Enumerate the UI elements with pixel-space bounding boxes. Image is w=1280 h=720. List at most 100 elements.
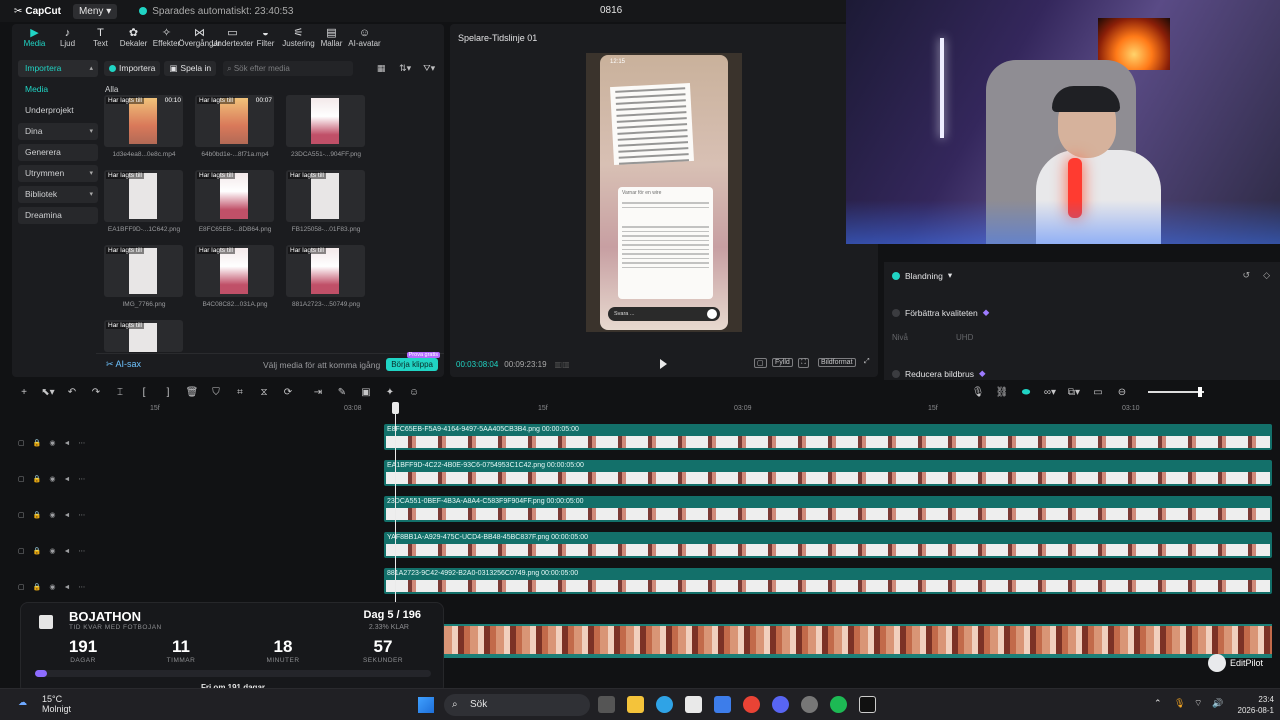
side-nav-item[interactable]: Bibliotek ▾ [18, 186, 98, 203]
lock-icon[interactable]: 🔒 [33, 547, 42, 555]
eye-icon[interactable]: ◉ [49, 511, 55, 519]
crop-icon[interactable]: ⛶ [798, 358, 809, 368]
mirror-icon[interactable]: ⧖ [252, 387, 276, 398]
sort-icon[interactable]: ⇅▾ [395, 63, 415, 74]
track-toggle-icon[interactable]: ▢ [18, 511, 25, 519]
side-nav-item[interactable]: Generera [18, 144, 98, 161]
reset-icon[interactable]: ↺ [1242, 270, 1250, 281]
menu-button[interactable]: Meny ▾ [72, 3, 118, 19]
media-thumbnail[interactable] [286, 95, 365, 147]
preview-frame[interactable]: 12:15 Varnar för en wire Svara ... [586, 53, 742, 332]
media-thumbnail[interactable]: Har lagts till [195, 245, 274, 297]
volume-icon[interactable]: 🔊 [1212, 698, 1223, 709]
toolbar-sticker[interactable]: ✿ Dekaler [117, 24, 150, 52]
mic-tray-icon[interactable]: 🎙 [1174, 698, 1185, 709]
windows-start-icon[interactable] [418, 697, 434, 713]
redo-icon[interactable]: ↷ [84, 387, 108, 398]
side-nav-item[interactable]: Media [18, 81, 98, 98]
lock-icon[interactable]: 🔒 [33, 583, 42, 591]
mic-icon[interactable]: 🎙 [966, 387, 990, 398]
delete-icon[interactable]: 🗑 [180, 387, 204, 398]
toolbar-captions[interactable]: ▭ Undertexter [212, 24, 254, 52]
link-icon[interactable]: ⛓ [990, 387, 1014, 398]
image-clip[interactable]: 881A2723-9C42-4992-B2A0-0313256C0749.png… [384, 568, 1272, 594]
chrome-icon[interactable] [743, 696, 760, 713]
crop-tool-icon[interactable]: ⌗ [228, 387, 252, 398]
blend-toggle[interactable] [892, 271, 900, 280]
toolbar-text[interactable]: T Text [84, 24, 117, 52]
shield-icon[interactable]: ⛉ [204, 387, 228, 398]
timeline-ruler[interactable]: 15f 03:08 15f 03:09 15f 03:10 [98, 402, 1280, 416]
toolbar-filter[interactable]: ◒ Filter [249, 24, 282, 52]
import-button[interactable]: Importera [104, 60, 161, 76]
toolbar-adjust[interactable]: ⚟ Justering [282, 24, 315, 52]
main-video-clip[interactable] [444, 624, 1272, 658]
spotify-icon[interactable] [830, 696, 847, 713]
media-thumbnail[interactable]: Har lagts till [286, 245, 365, 297]
track-toggle-icon[interactable]: ▢ [18, 475, 25, 483]
lock-icon[interactable]: 🔒 [33, 475, 42, 483]
media-thumbnail[interactable]: Har lagts till 00:10 [104, 95, 183, 147]
record-button[interactable]: ▣ Spela in [164, 60, 217, 76]
image-clip[interactable]: E8FC65EB-F5A9-4164-9497-5AA405CB3B4.png … [384, 424, 1272, 450]
image-clip[interactable]: EA1BFF9D-4C22-4B0E-93C6-0754953C1C42.png… [384, 460, 1272, 486]
edge-icon[interactable] [656, 696, 673, 713]
select-tool-icon[interactable]: ⬉▾ [36, 387, 60, 398]
zoom-slider-handle[interactable] [1198, 387, 1202, 397]
image-clip[interactable]: YAF8BB1A-A929-475C-UCD4-BB48-45BC837F.pn… [384, 532, 1272, 558]
project-title[interactable]: 0816 [600, 5, 622, 16]
obs-icon[interactable] [801, 696, 818, 713]
snap-icon[interactable]: ⬬ [1014, 387, 1038, 398]
zoom-out-icon[interactable]: ⊖ [1110, 387, 1134, 398]
filter-icon[interactable]: ⛛▾ [419, 63, 439, 74]
enhance-toggle[interactable] [892, 308, 900, 317]
media-thumbnail[interactable]: Har lagts till 00:07 [195, 95, 274, 147]
speaker-icon[interactable]: ◄ [63, 512, 70, 519]
fullscreen-icon[interactable]: ⤢ [862, 358, 872, 366]
discord-icon[interactable] [772, 696, 789, 713]
taskbar-clock[interactable]: 23:4 2026-08-1 [1238, 694, 1274, 716]
enhance-row[interactable]: Förbättra kvaliteten ◆ [892, 307, 989, 318]
taskbar-search[interactable]: ⌕ Sök [444, 694, 590, 716]
eye-icon[interactable]: ◉ [49, 439, 55, 447]
image-icon[interactable]: ▣ [354, 387, 378, 398]
side-nav-item[interactable]: Underprojekt [18, 102, 98, 119]
keyframe-icon[interactable]: ▢ [754, 358, 767, 368]
toolbar-templates[interactable]: ▤ Mallar [315, 24, 348, 52]
trim-right-icon[interactable]: ] [156, 387, 180, 398]
lock-icon[interactable]: 🔒 [33, 511, 42, 519]
file-explorer-icon[interactable] [627, 696, 644, 713]
noise-toggle[interactable] [892, 369, 900, 378]
more-icon[interactable]: ⋯ [78, 475, 85, 483]
image-clip[interactable]: 23DCA551-0BEF-4B3A-A8A4-C583F9F904FF.png… [384, 496, 1272, 522]
media-thumbnail[interactable]: Har lagts till [195, 170, 274, 222]
pen-icon[interactable]: ✎ [330, 387, 354, 398]
undo-icon[interactable]: ↶ [60, 387, 84, 398]
media-thumbnail[interactable]: Har lagts till [286, 170, 365, 222]
more-icon[interactable]: ⋯ [78, 511, 85, 519]
more-icon[interactable]: ⋯ [78, 547, 85, 555]
task-view-icon[interactable] [598, 696, 615, 713]
mail-icon[interactable] [714, 696, 731, 713]
eye-icon[interactable]: ◉ [49, 475, 55, 483]
speaker-icon[interactable]: ◄ [63, 548, 70, 555]
editpilot-button[interactable]: EditPilot [1208, 652, 1280, 674]
playhead[interactable] [395, 402, 396, 602]
side-nav-item[interactable]: Utrymmen ▾ [18, 165, 98, 182]
noise-row[interactable]: Reducera bildbrus ◆ [892, 368, 986, 379]
person-remove-icon[interactable]: ☺ [402, 387, 426, 398]
keyframe-diamond-icon[interactable]: ◇ [1263, 270, 1270, 281]
side-nav-item[interactable]: Dina ▾ [18, 123, 98, 140]
media-thumbnail[interactable]: Har lagts till [104, 320, 183, 352]
caption-icon[interactable]: ▭ [1086, 387, 1110, 398]
lock-icon[interactable]: 🔒 [33, 439, 42, 447]
track-toggle-icon[interactable]: ▢ [18, 583, 25, 591]
toolbar-media[interactable]: ▶ Media [18, 24, 51, 52]
chain-icon[interactable]: ∞▾ [1038, 387, 1062, 398]
eye-icon[interactable]: ◉ [49, 547, 55, 555]
more-icon[interactable]: ⋯ [78, 583, 85, 591]
side-nav-item[interactable]: Dreamina [18, 207, 98, 224]
speaker-icon[interactable]: ◄ [63, 476, 70, 483]
grid-view-icon[interactable]: ▦ [371, 63, 391, 74]
chevron-up-icon[interactable]: ⌃ [1154, 698, 1162, 709]
